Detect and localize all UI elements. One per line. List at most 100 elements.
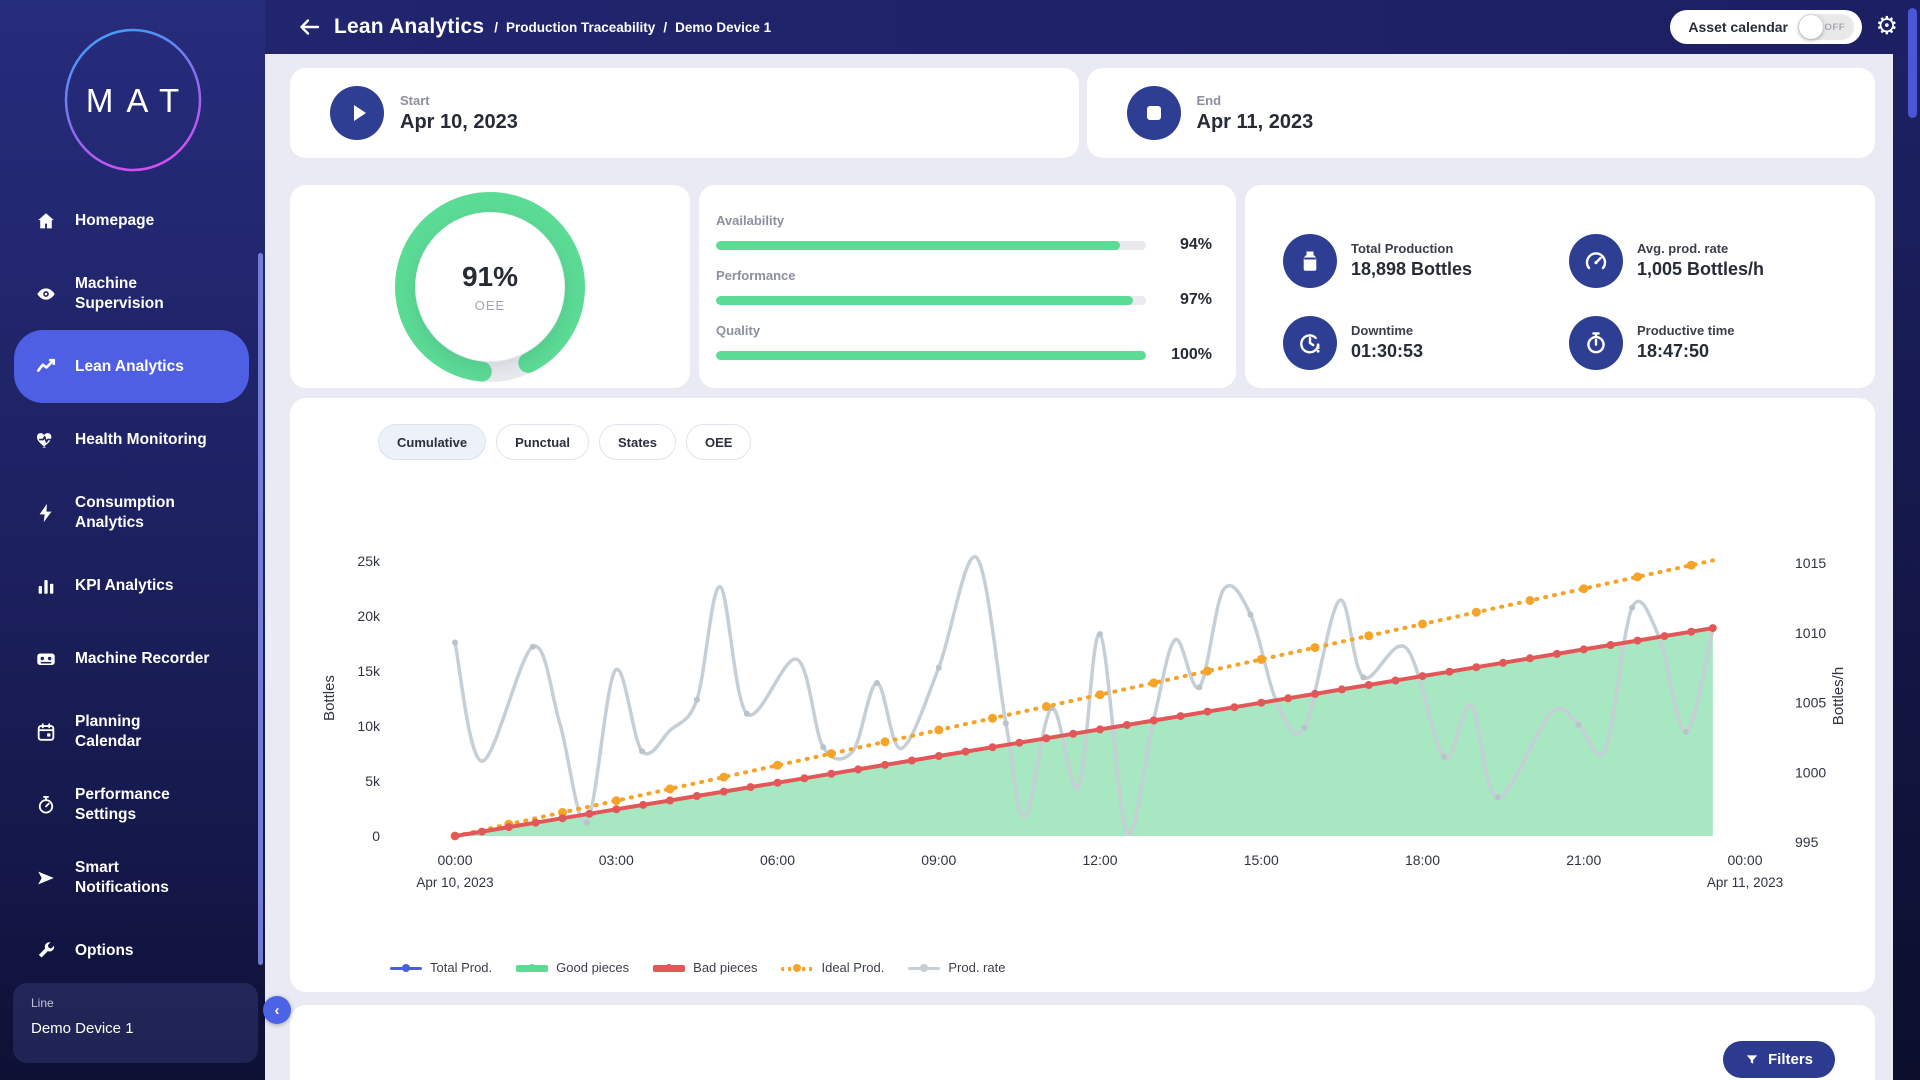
metric-value: 1,005 Bottles/h: [1637, 259, 1764, 280]
metrics-card: Total Production18,898 BottlesAvg. prod.…: [1245, 185, 1875, 388]
svg-text:15k: 15k: [357, 663, 381, 679]
legend-item-ideal-prod[interactable]: Ideal Prod.: [781, 960, 884, 975]
sidebar-nav: Homepage Machine SupervisionLean Analytic…: [0, 184, 265, 987]
sidebar-item-homepage[interactable]: Homepage: [14, 184, 249, 257]
oee-label: OEE: [475, 298, 505, 313]
topbar: Lean Analytics /Production Traceability/…: [265, 0, 1920, 54]
home-icon: [35, 210, 57, 232]
sidebar-item-health-monitoring[interactable]: Health Monitoring: [14, 403, 249, 476]
bolt-icon: [35, 502, 57, 524]
svg-text:18:00: 18:00: [1405, 852, 1440, 868]
oee-value: 91%: [462, 261, 518, 293]
breadcrumb-separator: /: [663, 20, 667, 35]
downtime-clock-icon: [1283, 316, 1337, 370]
svg-text:21:00: 21:00: [1566, 852, 1601, 868]
sidebar-scrollbar[interactable]: [258, 253, 263, 965]
svg-text:06:00: 06:00: [760, 852, 795, 868]
legend-swatch: [390, 961, 422, 975]
speedometer-icon: [1569, 234, 1623, 288]
tab-oee[interactable]: OEE: [686, 424, 751, 460]
legend-label: Good pieces: [556, 960, 629, 975]
filters-button[interactable]: Filters: [1723, 1041, 1835, 1078]
oee-gauge-card: 91% OEE: [290, 185, 690, 388]
sidebar-item-label: Consumption Analytics: [75, 493, 225, 532]
legend-swatch: [516, 961, 548, 975]
sidebar-item-kpi-analytics[interactable]: KPI Analytics: [14, 549, 249, 622]
kpi-bar-label: Availability: [716, 213, 1212, 228]
legend-item-prod-rate[interactable]: Prod. rate: [908, 960, 1005, 975]
sidebar-item-planning-calendar[interactable]: Planning Calendar: [14, 695, 249, 768]
sidebar-item-machine-supervision[interactable]: Machine Supervision: [14, 257, 249, 330]
metric-total-production: Total Production18,898 Bottles: [1283, 234, 1569, 288]
metric-productive-time: Productive time 18:47:50: [1569, 316, 1855, 370]
gear-icon[interactable]: ⚙: [1876, 11, 1898, 41]
bottle-icon: [1283, 234, 1337, 288]
metric-avg-prod-rate: Avg. prod. rate1,005 Bottles/h: [1569, 234, 1855, 288]
sidebar-item-label: Machine Recorder: [75, 649, 225, 668]
sidebar-item-label: Smart Notifications: [75, 858, 225, 897]
legend-label: Prod. rate: [948, 960, 1005, 975]
kpi-bar-label: Quality: [716, 323, 1212, 338]
line-selector-card[interactable]: Line Demo Device 1: [13, 983, 258, 1063]
tab-cumulative[interactable]: Cumulative: [378, 424, 486, 460]
sidebar-item-performance-settings[interactable]: Performance Settings: [14, 768, 249, 841]
sidebar-item-smart-notifications[interactable]: Smart Notifications: [14, 841, 249, 914]
recorder-icon: [35, 648, 57, 670]
svg-text:Bottles/h: Bottles/h: [1830, 667, 1847, 725]
kpi-bar-performance: Performance97%: [716, 268, 1212, 309]
breadcrumb-item-production-traceability[interactable]: Production Traceability: [506, 20, 655, 35]
end-card: End Apr 11, 2023: [1087, 68, 1876, 158]
eye-icon: [35, 283, 57, 305]
metric-label: Downtime: [1351, 323, 1423, 338]
back-arrow-icon[interactable]: [297, 15, 321, 39]
kpi-bar-value: 94%: [1160, 236, 1212, 254]
line-value: Demo Device 1: [31, 1020, 240, 1037]
asset-calendar-toggle[interactable]: OFF: [1798, 14, 1854, 40]
sidebar-item-consumption-analytics[interactable]: Consumption Analytics: [14, 476, 249, 549]
tab-punctual[interactable]: Punctual: [496, 424, 589, 460]
legend-item-total-prod[interactable]: Total Prod.: [390, 960, 492, 975]
svg-text:25k: 25k: [357, 553, 381, 569]
wrench-icon: [35, 940, 57, 962]
sidebar-item-label: Homepage: [75, 211, 225, 230]
chevron-left-icon: ‹: [275, 1002, 280, 1019]
legend-item-good-pieces[interactable]: Good pieces: [516, 960, 629, 975]
tab-states[interactable]: States: [599, 424, 676, 460]
sidebar-item-label: Health Monitoring: [75, 430, 225, 449]
kpi-bar-fill: [716, 296, 1133, 305]
sidebar-item-lean-analytics[interactable]: Lean Analytics: [14, 330, 249, 403]
breadcrumb-item-demo-device-1[interactable]: Demo Device 1: [675, 20, 771, 35]
page-scrollbar[interactable]: [1908, 8, 1917, 118]
sidebar-item-label: Planning Calendar: [75, 712, 225, 751]
sidebar-item-label: KPI Analytics: [75, 576, 225, 595]
end-label: End: [1197, 93, 1314, 108]
legend-item-bad-pieces[interactable]: Bad pieces: [653, 960, 757, 975]
toggle-knob: [1799, 15, 1823, 39]
sidebar: MAT HomepageMachine SupervisionLean Anal…: [0, 0, 265, 1080]
stopwatch-icon: [35, 794, 57, 816]
legend-swatch: [908, 961, 940, 975]
page: MAT HomepageMachine SupervisionLean Anal…: [0, 0, 1920, 1080]
metric-label: Productive time: [1637, 323, 1735, 338]
right-strip: [1893, 54, 1920, 1080]
svg-text:995: 995: [1795, 834, 1819, 850]
production-chart-svg: 05k10k15k20k25k995100010051010101500:000…: [290, 398, 1875, 992]
kpi-bar-track: [716, 296, 1146, 305]
svg-text:Apr 10, 2023: Apr 10, 2023: [416, 875, 493, 890]
bar-chart-icon: [35, 575, 57, 597]
svg-text:1015: 1015: [1795, 555, 1826, 571]
sidebar-item-options[interactable]: Options: [14, 914, 249, 987]
svg-text:12:00: 12:00: [1082, 852, 1117, 868]
legend-label: Ideal Prod.: [821, 960, 884, 975]
kpi-bar-value: 100%: [1160, 346, 1212, 364]
asset-calendar-label: Asset calendar: [1688, 19, 1788, 35]
kpi-bar-quality: Quality 100%: [716, 323, 1212, 364]
sidebar-collapse-button[interactable]: ‹: [263, 996, 291, 1024]
send-icon: [35, 867, 57, 889]
metric-value: 18:47:50: [1637, 341, 1735, 362]
breadcrumb-separator: /: [494, 20, 498, 35]
start-card: Start Apr 10, 2023: [290, 68, 1079, 158]
stop-icon: [1127, 86, 1181, 140]
line-label: Line: [31, 996, 240, 1010]
sidebar-item-machine-recorder[interactable]: Machine Recorder: [14, 622, 249, 695]
